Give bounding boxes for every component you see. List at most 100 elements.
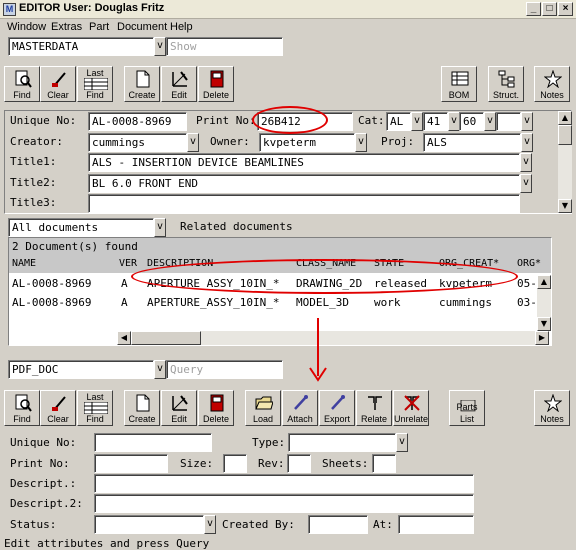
menu-window[interactable]: Window	[7, 21, 46, 33]
scroll-down-icon[interactable]: ▼	[537, 317, 551, 331]
attach-icon	[294, 395, 308, 410]
doc-descript-field[interactable]	[94, 474, 474, 493]
doc-sheets-field[interactable]	[372, 454, 396, 473]
struct-button[interactable]: Struct.	[488, 66, 524, 102]
column-header[interactable]: ORG*	[517, 258, 541, 269]
query-field[interactable]: Query	[166, 360, 283, 379]
doc-print-no-field[interactable]	[94, 454, 168, 473]
doc-type-field[interactable]	[288, 433, 396, 452]
export-button[interactable]: Export	[319, 390, 355, 426]
doc-at-field[interactable]	[398, 515, 474, 534]
find-button[interactable]: Find	[4, 390, 40, 426]
column-header[interactable]: CLASS_NAME	[296, 258, 356, 269]
chevron-down-icon[interactable]: v	[154, 360, 166, 379]
chevron-down-icon[interactable]: v	[396, 433, 408, 452]
notes-button[interactable]: Notes	[534, 390, 570, 426]
cat3-select[interactable]: 60	[459, 112, 484, 131]
delete-button[interactable]: Delete	[198, 390, 234, 426]
cat4-select[interactable]	[496, 112, 521, 131]
menu-extras[interactable]: Extras	[51, 21, 82, 33]
create-button[interactable]: Create	[124, 390, 160, 426]
doc-type-select[interactable]: PDF_DOC	[8, 360, 154, 379]
class-select[interactable]: MASTERDATA	[8, 37, 154, 56]
maximize-button[interactable]: □	[542, 2, 557, 16]
clear-button[interactable]: Clear	[40, 66, 76, 102]
edit-button[interactable]: Edit	[161, 66, 197, 102]
unique-no-field[interactable]: AL-0008-8969	[88, 112, 187, 131]
related-filter-select[interactable]: All documents	[8, 218, 154, 237]
edit-button[interactable]: Edit	[161, 390, 197, 426]
minimize-button[interactable]: _	[526, 2, 541, 16]
chevron-down-icon[interactable]: v	[521, 133, 533, 152]
chevron-down-icon[interactable]: v	[187, 133, 199, 152]
menu-help[interactable]: Help	[170, 21, 193, 33]
scroll-right-icon[interactable]: ▶	[535, 331, 549, 345]
load-button[interactable]: Load	[245, 390, 281, 426]
last-find-button[interactable]: Last Find	[77, 66, 113, 102]
menu-part[interactable]: Part	[89, 21, 109, 33]
bom-button[interactable]: BOM	[441, 66, 477, 102]
scroll-thumb[interactable]	[558, 125, 572, 145]
doc-descript2-field[interactable]	[94, 494, 474, 513]
print-no-field[interactable]: 26B412	[257, 112, 353, 131]
last-find-button[interactable]: Last Find	[77, 390, 113, 426]
close-button[interactable]: ×	[558, 2, 573, 16]
proj-field[interactable]: ALS	[423, 133, 521, 152]
clear-button[interactable]: Clear	[40, 390, 76, 426]
cat1-select[interactable]: AL	[386, 112, 411, 131]
column-header[interactable]: VER	[119, 258, 137, 269]
parts-list-button[interactable]: Parts List	[449, 390, 485, 426]
doc-status-field[interactable]	[94, 515, 204, 534]
hscroll-thumb[interactable]	[131, 331, 201, 345]
delete-label: Delete	[202, 414, 229, 424]
attach-button[interactable]: Attach	[282, 390, 318, 426]
chevron-down-icon[interactable]: v	[154, 37, 166, 56]
notes-button[interactable]: Notes	[534, 66, 570, 102]
column-header[interactable]: STATE	[374, 258, 404, 269]
chevron-down-icon[interactable]: v	[520, 153, 532, 172]
find-icon	[15, 394, 32, 412]
proj-label: Proj:	[381, 135, 415, 148]
create-button[interactable]: Create	[124, 66, 160, 102]
scroll-up-icon[interactable]: ▲	[558, 111, 572, 125]
title2-field[interactable]: BL 6.0 FRONT END	[88, 174, 520, 193]
table-row[interactable]: AL-0008-8969 A APERTURE_ASSY_10IN_* DRAW…	[9, 275, 549, 292]
eraser-icon	[52, 72, 66, 87]
menu-bar: Window Extras Part Document Help	[0, 19, 576, 36]
chevron-down-icon[interactable]: v	[204, 515, 216, 534]
doc-created-by-field[interactable]	[308, 515, 368, 534]
unrelate-icon	[404, 395, 420, 411]
doc-size-field[interactable]	[223, 454, 247, 473]
column-header[interactable]: NAME	[12, 258, 36, 269]
chevron-down-icon[interactable]: v	[355, 133, 367, 152]
creator-field[interactable]: cummings	[88, 133, 187, 152]
chevron-down-icon[interactable]: v	[154, 218, 166, 237]
cell-org-creat: cummings	[439, 296, 492, 309]
title1-field[interactable]: ALS - INSERTION DEVICE BEAMLINES	[88, 153, 520, 172]
title3-field[interactable]	[88, 194, 520, 213]
cell-name: AL-0008-8969	[12, 277, 92, 290]
find-button[interactable]: Find	[4, 66, 40, 102]
chevron-down-icon[interactable]: v	[411, 112, 423, 131]
chevron-down-icon[interactable]: v	[520, 174, 532, 193]
cat2-select[interactable]: 41	[423, 112, 448, 131]
edit-label: Edit	[171, 414, 187, 424]
show-field[interactable]: Show	[166, 37, 283, 56]
descript-label: Descript.:	[10, 477, 77, 490]
owner-field[interactable]: kvpeterm	[259, 133, 355, 152]
column-header[interactable]: DESCRIPTION	[147, 258, 213, 269]
menu-document[interactable]: Document	[117, 21, 167, 33]
scroll-up-icon[interactable]: ▲	[537, 275, 551, 289]
column-header[interactable]: ORG_CREAT*	[439, 258, 499, 269]
delete-button[interactable]: Delete	[198, 66, 234, 102]
table-row[interactable]: AL-0008-8969 A APERTURE_ASSY_10IN_* MODE…	[9, 294, 549, 311]
doc-unique-no-field[interactable]	[94, 433, 212, 452]
chevron-down-icon[interactable]: v	[484, 112, 496, 131]
chevron-down-icon[interactable]: v	[521, 112, 533, 131]
cat-label: Cat:	[358, 114, 385, 127]
scroll-down-icon[interactable]: ▼	[558, 199, 572, 213]
unrelate-button[interactable]: Unrelate	[393, 390, 429, 426]
relate-button[interactable]: Relate	[356, 390, 392, 426]
doc-rev-field[interactable]	[287, 454, 311, 473]
scroll-left-icon[interactable]: ◀	[117, 331, 131, 345]
